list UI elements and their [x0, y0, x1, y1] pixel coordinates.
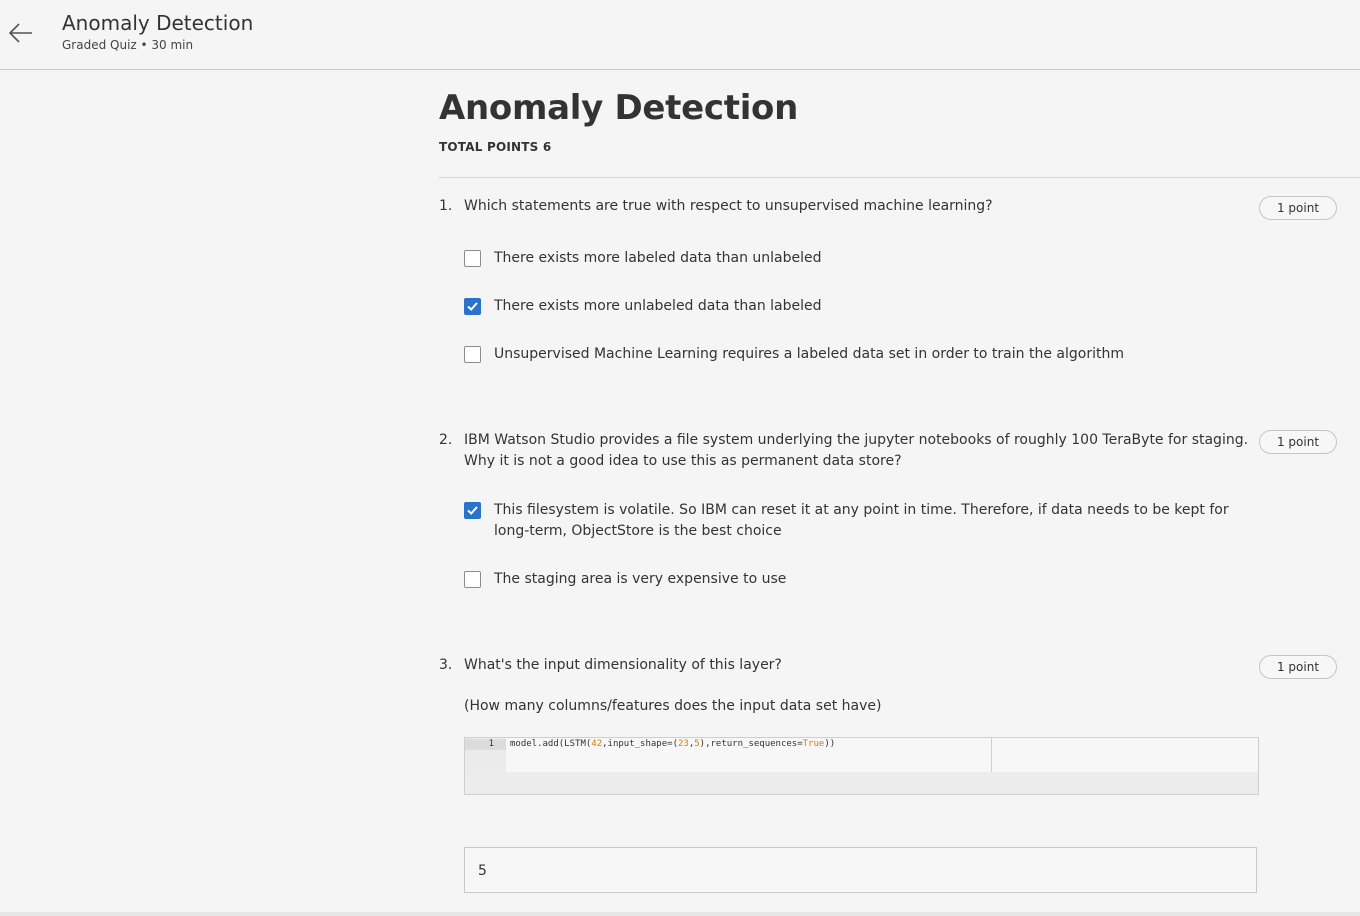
line-number: 1 — [465, 739, 506, 750]
option-label: This filesystem is volatile. So IBM can … — [494, 502, 1229, 539]
question-1-points-badge: 1 point — [1259, 196, 1337, 220]
checkbox[interactable] — [464, 571, 481, 588]
question-1-number: 1. — [439, 198, 453, 214]
code-block: 1 model.add(LSTM(42,input_shape=(23,5),r… — [464, 737, 1259, 795]
question-3-points-badge: 1 point — [1259, 655, 1337, 679]
code-output-pane — [992, 738, 1258, 772]
answer-input[interactable]: 5 — [464, 847, 1257, 893]
bottom-edge — [0, 912, 1360, 916]
header-subtitle: Graded Quiz • 30 min — [62, 38, 194, 52]
code-editor: 1 model.add(LSTM(42,input_shape=(23,5),r… — [465, 738, 992, 772]
checkbox-checked[interactable] — [464, 502, 481, 519]
code-keyword: True — [802, 739, 825, 749]
page-title: Anomaly Detection — [439, 88, 799, 128]
code-token: )) — [824, 739, 836, 749]
code-token: model.add(LSTM( — [510, 739, 592, 749]
divider — [439, 177, 1360, 178]
code-line: model.add(LSTM(42,input_shape=(23,5),ret… — [510, 739, 835, 750]
total-points: TOTAL POINTS 6 — [439, 140, 552, 154]
line-gutter: 1 — [465, 738, 506, 772]
arrow-left-icon — [8, 23, 32, 43]
code-token: ,input_shape=( — [602, 739, 678, 749]
code-number: 42 — [591, 739, 603, 749]
option-label: There exists more unlabeled data than la… — [494, 298, 822, 314]
question-1-text: Which statements are true with respect t… — [464, 198, 993, 214]
question-3-number: 3. — [439, 657, 453, 673]
option-label: Unsupervised Machine Learning requires a… — [494, 346, 1124, 362]
code-number: 23 — [677, 739, 689, 749]
checkbox[interactable] — [464, 346, 481, 363]
option-label: The staging area is very expensive to us… — [494, 571, 787, 587]
checkbox-checked[interactable] — [464, 298, 481, 315]
check-icon — [467, 302, 478, 311]
code-token: ),return_sequences= — [699, 739, 803, 749]
check-icon — [467, 506, 478, 515]
option-label: There exists more labeled data than unla… — [494, 250, 822, 266]
question-2-number: 2. — [439, 432, 453, 448]
question-3-subtext: (How many columns/features does the inpu… — [464, 698, 882, 714]
question-3-text: What's the input dimensionality of this … — [464, 657, 782, 673]
question-2-points-badge: 1 point — [1259, 430, 1337, 454]
question-2-text: IBM Watson Studio provides a file system… — [464, 432, 1249, 469]
back-button[interactable] — [6, 18, 36, 48]
top-bar: Anomaly Detection Graded Quiz • 30 min — [0, 0, 1360, 70]
checkbox[interactable] — [464, 250, 481, 267]
header-title: Anomaly Detection — [62, 11, 254, 35]
